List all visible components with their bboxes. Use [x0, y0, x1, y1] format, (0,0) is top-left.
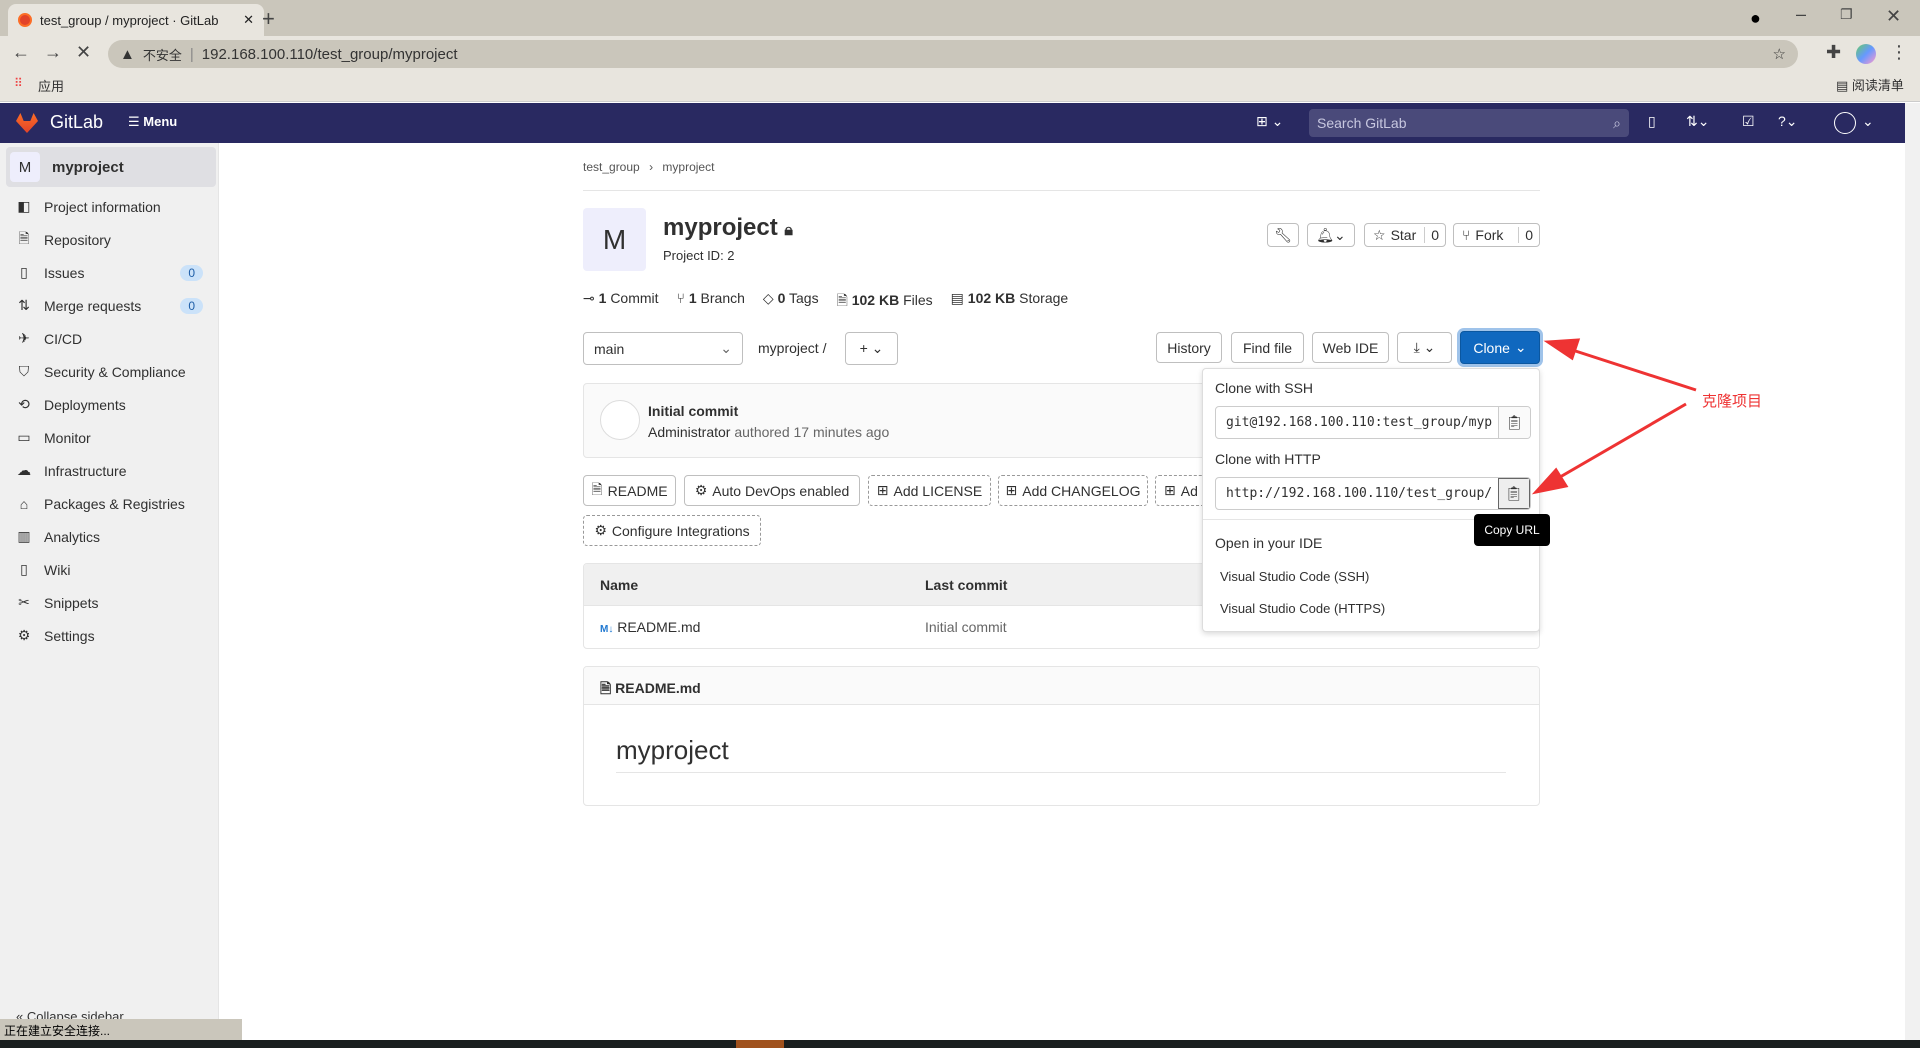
os-taskbar [0, 1040, 1920, 1048]
arrow-to-copy [1547, 402, 1687, 486]
browser-status-bar: 正在建立安全连接... [0, 1019, 242, 1040]
annotation-label: 克隆项目 [1702, 393, 1763, 410]
annotation-arrows [1531, 338, 1697, 495]
arrow-to-clone [1559, 344, 1697, 392]
arrow-head [1531, 467, 1569, 495]
page-scrollbar[interactable] [1905, 103, 1920, 1040]
taskbar-app-icon[interactable] [736, 1040, 784, 1048]
arrow-head [1543, 338, 1581, 361]
